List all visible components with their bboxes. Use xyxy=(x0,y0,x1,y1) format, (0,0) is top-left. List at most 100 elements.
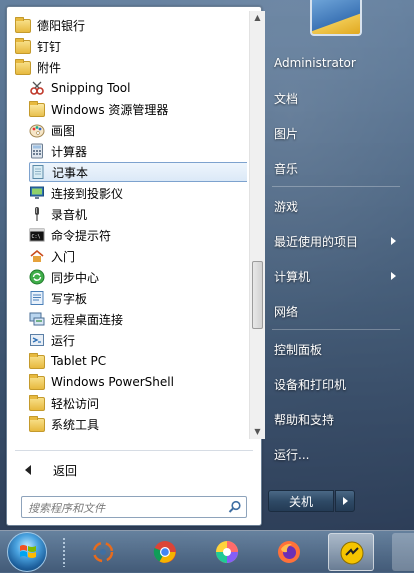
all-programs-list: 德阳银行 钉钉 附件 Snipping Tool Windows 资源管理器 画… xyxy=(7,11,247,441)
right-menu-label: 文档 xyxy=(274,91,299,106)
program-folder-deyang-bank[interactable]: 德阳银行 xyxy=(15,15,247,35)
program-label: 德阳银行 xyxy=(37,18,86,33)
folder-icon xyxy=(15,38,31,54)
scrollbar-thumb[interactable] xyxy=(252,261,263,329)
program-getting-started[interactable]: 入门 xyxy=(29,246,247,266)
right-menu-administrator[interactable]: Administrator xyxy=(268,49,402,77)
user-avatar[interactable] xyxy=(310,0,362,36)
program-folder-powershell[interactable]: Windows PowerShell xyxy=(29,372,247,392)
program-label: 同步中心 xyxy=(51,270,100,285)
spinner-app-icon xyxy=(92,541,114,563)
yellow-app-icon xyxy=(340,541,364,565)
explorer-icon xyxy=(29,101,45,117)
program-sound-recorder[interactable]: 录音机 xyxy=(29,204,247,224)
program-label: Tablet PC xyxy=(51,354,107,368)
taskbar-overflow-item[interactable] xyxy=(392,533,414,571)
divider xyxy=(272,186,400,187)
program-wordpad[interactable]: 写字板 xyxy=(29,288,247,308)
right-menu-devices-printers[interactable]: 设备和打印机 xyxy=(268,370,402,398)
right-menu-label: 最近使用的项目 xyxy=(274,234,359,249)
sync-center-icon xyxy=(29,269,45,285)
getting-started-icon xyxy=(29,248,45,264)
program-label: 轻松访问 xyxy=(51,396,100,411)
programs-pane: 德阳银行 钉钉 附件 Snipping Tool Windows 资源管理器 画… xyxy=(6,6,265,526)
program-label: 运行 xyxy=(51,333,76,348)
search-box xyxy=(21,496,247,518)
right-menu-label: 游戏 xyxy=(274,199,299,214)
snipping-tool-icon xyxy=(29,80,45,96)
program-notepad[interactable]: 记事本 xyxy=(29,162,247,182)
right-menu-run[interactable]: 运行... xyxy=(268,440,402,468)
program-label: Windows PowerShell xyxy=(51,375,174,389)
taskbar-app-1[interactable] xyxy=(80,533,126,571)
program-label: 写字板 xyxy=(51,291,88,306)
firefox-icon xyxy=(278,541,300,563)
run-icon xyxy=(29,332,45,348)
program-folder-system-tools[interactable]: 系统工具 xyxy=(29,414,247,434)
program-label: 远程桌面连接 xyxy=(51,312,124,327)
folder-icon xyxy=(15,17,31,33)
taskbar-grip[interactable] xyxy=(62,537,66,567)
program-remote-desktop[interactable]: 远程桌面连接 xyxy=(29,309,247,329)
program-sync-center[interactable]: 同步中心 xyxy=(29,267,247,287)
program-run[interactable]: 运行 xyxy=(29,330,247,350)
scroll-up-arrow-icon[interactable]: ▲ xyxy=(250,11,265,25)
program-folder-dingtalk[interactable]: 钉钉 xyxy=(15,36,247,56)
program-label: 系统工具 xyxy=(51,417,100,432)
start-menu: 德阳银行 钉钉 附件 Snipping Tool Windows 资源管理器 画… xyxy=(0,0,414,530)
program-label: 画图 xyxy=(51,123,76,138)
back-arrow-icon xyxy=(25,465,31,475)
program-label: Snipping Tool xyxy=(51,81,131,95)
shutdown-options-arrow-icon[interactable] xyxy=(335,490,355,512)
folder-icon xyxy=(29,374,45,390)
search-icon[interactable] xyxy=(228,500,242,514)
program-paint[interactable]: 画图 xyxy=(29,120,247,140)
program-label: Windows 资源管理器 xyxy=(51,102,169,117)
scroll-down-arrow-icon[interactable]: ▼ xyxy=(250,425,265,439)
programs-scrollbar[interactable]: ▲ ▼ xyxy=(249,11,265,439)
right-menu-recent-items[interactable]: 最近使用的项目 xyxy=(268,227,402,255)
program-calculator[interactable]: 计算器 xyxy=(29,141,247,161)
right-menu-label: 计算机 xyxy=(274,269,311,284)
program-command-prompt[interactable]: C:\ 命令提示符 xyxy=(29,225,247,245)
right-menu-music[interactable]: 音乐 xyxy=(268,154,402,182)
folder-icon xyxy=(29,353,45,369)
program-label: 钉钉 xyxy=(37,39,62,54)
paint-icon xyxy=(29,122,45,138)
program-windows-explorer[interactable]: Windows 资源管理器 xyxy=(29,99,247,119)
program-label: 命令提示符 xyxy=(51,228,112,243)
taskbar-app-color[interactable] xyxy=(204,533,250,571)
right-menu-network[interactable]: 网络 xyxy=(268,297,402,325)
start-button[interactable] xyxy=(7,532,47,572)
notepad-icon xyxy=(30,164,46,180)
right-menu-label: Administrator xyxy=(274,56,356,70)
program-label: 计算器 xyxy=(51,144,88,159)
program-folder-accessories[interactable]: 附件 xyxy=(15,57,247,77)
right-menu-games[interactable]: 游戏 xyxy=(268,192,402,220)
taskbar xyxy=(0,530,414,573)
svg-text:C:\: C:\ xyxy=(32,234,41,240)
right-menu-documents[interactable]: 文档 xyxy=(268,84,402,112)
taskbar-firefox[interactable] xyxy=(266,533,312,571)
shutdown-button[interactable]: 关机 xyxy=(268,490,334,512)
program-folder-ease-of-access[interactable]: 轻松访问 xyxy=(29,393,247,413)
program-connect-projector[interactable]: 连接到投影仪 xyxy=(29,183,247,203)
right-menu-label: 控制面板 xyxy=(274,342,323,357)
taskbar-active-app[interactable] xyxy=(328,533,374,571)
taskbar-chrome[interactable] xyxy=(142,533,188,571)
color-wheel-icon xyxy=(216,541,238,563)
back-button[interactable]: 返回 xyxy=(19,459,249,481)
right-menu-control-panel[interactable]: 控制面板 xyxy=(268,335,402,363)
program-label: 记事本 xyxy=(52,165,89,180)
program-snipping-tool[interactable]: Snipping Tool xyxy=(29,78,247,98)
search-input[interactable] xyxy=(26,499,226,517)
right-menu-help-support[interactable]: 帮助和支持 xyxy=(268,405,402,433)
back-label: 返回 xyxy=(53,463,78,478)
right-menu-pictures[interactable]: 图片 xyxy=(268,119,402,147)
microphone-icon xyxy=(29,206,45,222)
program-folder-tablet-pc[interactable]: Tablet PC xyxy=(29,351,247,371)
submenu-arrow-icon xyxy=(391,272,396,280)
right-menu-computer[interactable]: 计算机 xyxy=(268,262,402,290)
calculator-icon xyxy=(29,143,45,159)
program-label: 录音机 xyxy=(51,207,88,222)
